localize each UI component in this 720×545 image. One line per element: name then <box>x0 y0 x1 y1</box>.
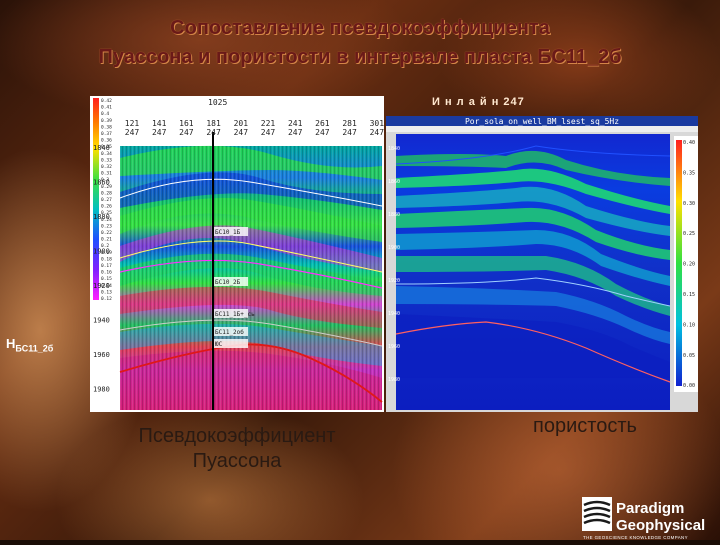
logo-line-1: Paradigm <box>616 500 684 517</box>
slide-title-line-2: Пуассона и пористости в интервале пласта… <box>98 46 622 68</box>
trace-number-label: 241 <box>288 119 303 128</box>
trace-line-label: 247 <box>179 128 194 137</box>
colorscale-tick-label: 0.26 <box>101 204 112 210</box>
paradigm-logo: Paradigm Geophysical THE GEOSCIENCE KNOW… <box>582 493 720 540</box>
colorscale-tick-label: 0.39 <box>101 118 112 124</box>
porosity-colorscale-tick: 0.05 <box>683 353 695 359</box>
right-depth-tick-label: 1980 <box>388 377 400 383</box>
porosity-colorscale-tick: 0.00 <box>683 383 695 389</box>
porosity-colorscale-tick: 0.40 <box>683 140 695 146</box>
colorscale-tick-label: 0.27 <box>101 197 112 203</box>
logo-tagline: THE GEOSCIENCE KNOWLEDGE COMPANY <box>583 535 688 540</box>
colorscale-tick-label: 0.18 <box>101 256 112 262</box>
porosity-colorscale-tick: 0.30 <box>683 201 695 207</box>
colorscale-tick-label: 0.23 <box>101 223 112 229</box>
trace-line-label: 247 <box>342 128 357 137</box>
colorscale-tick-label: 0.38 <box>101 124 112 130</box>
depth-tick-label: 1940 <box>93 317 110 325</box>
trace-number-label: 181 <box>206 119 221 128</box>
poisson-ratio-seismic-section: 0.42 0.41 0.4 0.39 0.38 0.37 0.36 0.35 0.34 0.33 0… <box>90 96 384 412</box>
trace-line-label: 247 <box>288 128 303 137</box>
colorscale-tick-label: 0.28 <box>101 190 112 196</box>
right-depth-tick-label: 1900 <box>388 245 400 251</box>
window-title: Por_sola_on_well_BM_lsest_sq_5Hz <box>465 117 619 126</box>
colorscale-tick-label: 0.41 <box>101 105 112 111</box>
horizon-label-sub: БС11_2б <box>15 343 54 354</box>
colorscale-tick-label: 0.31 <box>101 171 112 177</box>
porosity-colorscale-tick: 0.15 <box>683 292 695 298</box>
right-caption: пористость <box>533 415 637 437</box>
porosity-colorscale-tick: 0.35 <box>683 170 695 176</box>
depth-tick-label: 1860 <box>93 179 110 187</box>
trace-line-label: 247 <box>125 128 140 137</box>
inline-label: И н л а й н 247 <box>432 96 525 108</box>
depth-tick-label: 1880 <box>93 213 110 221</box>
trace-line-label: 247 <box>261 128 276 137</box>
horizon-tag-label: БС11_1Б+_сь <box>215 311 255 318</box>
right-depth-tick-label: 1840 <box>388 146 400 152</box>
right-depth-tick-label: 1860 <box>388 179 400 185</box>
logo-line-2: Geophysical <box>616 517 705 534</box>
right-depth-tick-label: 1960 <box>388 344 400 350</box>
horizon-tag-label: БС10_1Б <box>215 229 241 236</box>
colorscale-tick-label: 0.36 <box>101 138 112 144</box>
colorscale-tick-label: 0.32 <box>101 164 112 170</box>
colorscale-tick-label: 0.12 <box>101 296 112 302</box>
colorscale-tick-label: 0.21 <box>101 237 112 243</box>
trace-line-label: 247 <box>315 128 330 137</box>
trace-number-label: 301 <box>370 119 384 128</box>
horizon-label: НБС11_2б <box>6 336 53 354</box>
depth-tick-label: 1840 <box>93 144 110 152</box>
trace-number-label: 221 <box>261 119 276 128</box>
porosity-colorscale-tick: 0.10 <box>683 322 695 328</box>
left-caption: Псевдокоэффициент Пуассона <box>138 425 336 472</box>
colorscale-tick-label: 0.22 <box>101 230 112 236</box>
horizon-tag-label: ЮС <box>215 341 223 348</box>
trace-line-label: 247 <box>152 128 167 137</box>
depth-tick-label: 1900 <box>93 248 110 256</box>
colorscale-bar <box>93 98 99 300</box>
depth-tick-label: 1980 <box>93 386 110 394</box>
horizon-tag-label: БС11_2об <box>215 329 244 336</box>
trace-number-label: 161 <box>179 119 194 128</box>
trace-line-label: 247 <box>206 128 221 137</box>
colorscale-tick-label: 0.42 <box>101 98 112 104</box>
trace-number-label: 141 <box>152 119 167 128</box>
trace-line-label: 247 <box>370 128 384 137</box>
colorscale-tick-label: 0.4 <box>101 111 109 117</box>
porosity-colorscale-bar <box>676 140 682 386</box>
depth-tick-label: 1960 <box>93 351 110 359</box>
porosity-colorscale-tick: 0.20 <box>683 262 695 268</box>
porosity-colorscale-tick: 0.25 <box>683 231 695 237</box>
trace-number-label: 121 <box>125 119 140 128</box>
trace-number-label: 261 <box>315 119 330 128</box>
colorscale-tick-label: 0.33 <box>101 157 112 163</box>
top-marker: 1025 <box>208 98 227 107</box>
horizon-tag-label: БС10_2Б <box>215 279 241 286</box>
colorscale-tick-label: 0.16 <box>101 270 112 276</box>
porosity-section: Por_sola_on_well_BM_lsest_sq_5Hz 0.40 0.3… <box>386 116 698 412</box>
depth-tick-label: 1920 <box>93 282 110 290</box>
slide-title-line-1: Сопоставление псевдокоэффициента <box>170 17 550 39</box>
trace-line-label: 247 <box>234 128 249 137</box>
right-depth-tick-label: 1940 <box>388 311 400 317</box>
right-depth-tick-label: 1880 <box>388 212 400 218</box>
colorscale-tick-label: 0.37 <box>101 131 112 137</box>
trace-number-label: 201 <box>234 119 249 128</box>
trace-number-label: 281 <box>342 119 357 128</box>
horizon-label-main: Н <box>6 336 16 351</box>
right-depth-tick-label: 1920 <box>388 278 400 284</box>
colorscale-tick-label: 0.13 <box>101 289 112 295</box>
colorscale-tick-label: 0.17 <box>101 263 112 269</box>
